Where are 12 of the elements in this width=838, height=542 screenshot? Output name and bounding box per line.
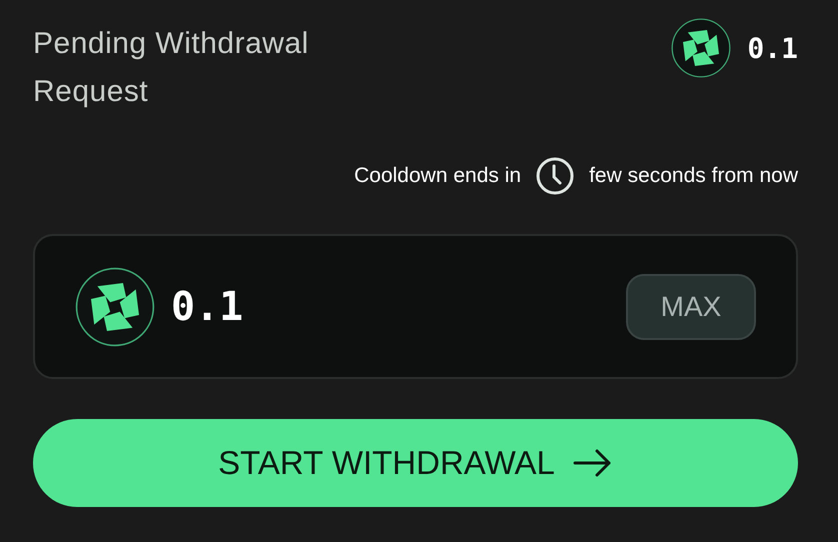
cooldown-time: few seconds from now	[589, 164, 798, 188]
max-button[interactable]: MAX	[626, 274, 756, 340]
amount-input-field[interactable]: 0.1 MAX	[33, 234, 798, 379]
arrow-right-icon	[572, 448, 613, 478]
panel-title: Pending Withdrawal Request	[33, 26, 310, 110]
amount-value: 0.1	[171, 284, 244, 330]
start-withdrawal-button[interactable]: START WITHDRAWAL	[33, 419, 798, 507]
clock-icon	[535, 156, 576, 196]
balance-amount: 0.1	[747, 32, 798, 64]
cooldown-label: Cooldown ends in	[354, 164, 522, 188]
token-logo-icon	[671, 18, 732, 78]
token-logo-icon	[75, 266, 155, 346]
